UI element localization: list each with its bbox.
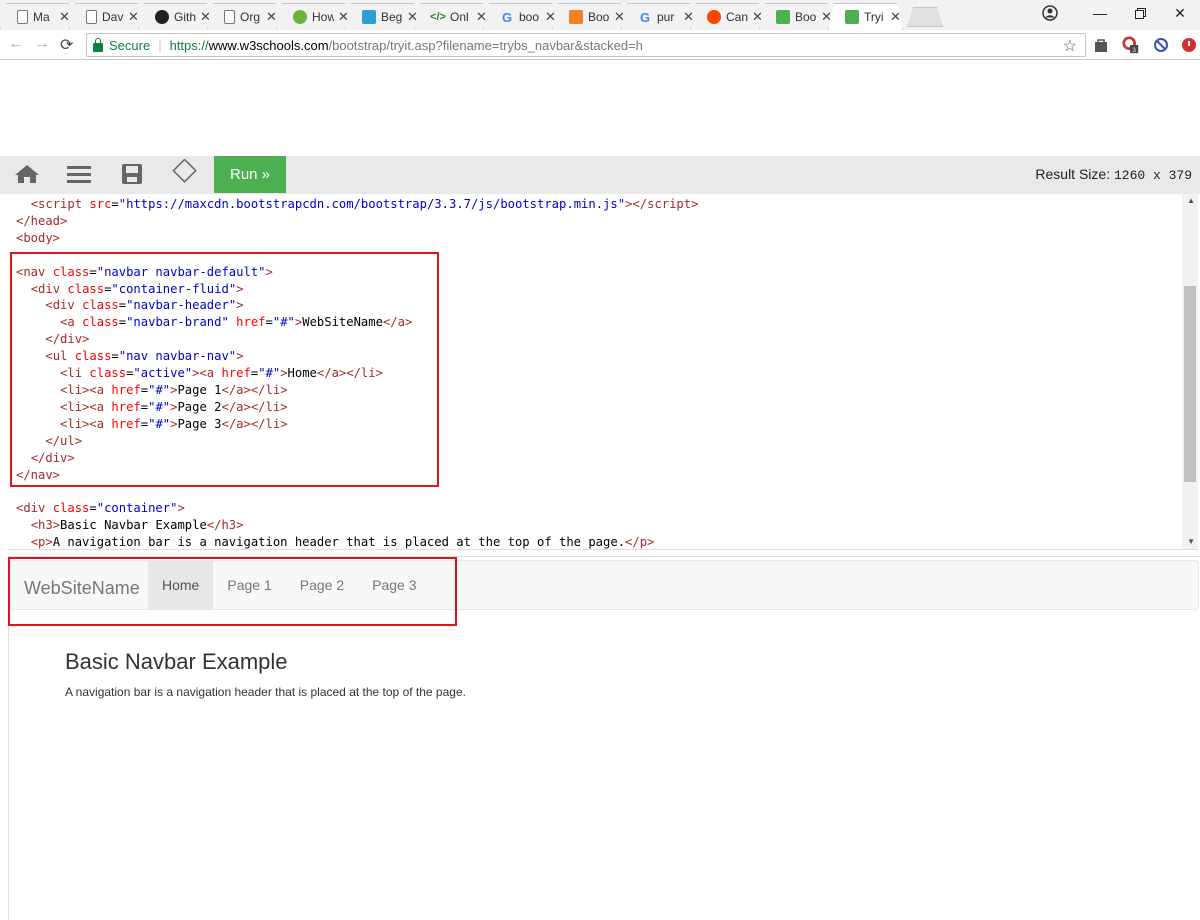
page-heading: Basic Navbar Example xyxy=(65,649,288,674)
save-icon[interactable] xyxy=(119,163,145,185)
browser-tab-title: Onl xyxy=(450,10,469,24)
stack-icon xyxy=(569,10,583,24)
tab-close-icon[interactable]: ✕ xyxy=(890,9,901,25)
address-row: ← → ⟳ Secure | https://www.w3schools.com… xyxy=(0,30,1200,60)
browser-tab-title: boo xyxy=(519,10,540,24)
address-bar[interactable]: Secure | https://www.w3schools.com/boots… xyxy=(86,33,1086,57)
document-icon xyxy=(86,10,97,24)
back-icon[interactable]: ← xyxy=(8,35,24,53)
code-icon: </> xyxy=(430,11,446,23)
url-separator: | xyxy=(158,37,162,53)
browser-tab-title: Tryi xyxy=(864,10,884,24)
browser-tab-title: pur xyxy=(657,10,675,24)
close-window-icon[interactable]: ✕ xyxy=(1160,0,1200,26)
rotate-layout-icon[interactable] xyxy=(172,159,198,183)
minimize-icon[interactable]: — xyxy=(1080,0,1120,26)
browser-tab[interactable]: Ma ✕ xyxy=(0,3,75,30)
reload-icon[interactable]: ⟳ xyxy=(60,35,73,55)
nav-item-page-1[interactable]: Page 1 xyxy=(213,561,285,609)
nav-item-page-3[interactable]: Page 3 xyxy=(358,561,430,609)
reddit-icon xyxy=(707,10,721,24)
menu-icon[interactable] xyxy=(66,163,92,185)
google-icon: G xyxy=(501,9,513,25)
bookmark-star-icon[interactable]: ☆ xyxy=(1063,36,1077,56)
nav-item-page-2[interactable]: Page 2 xyxy=(286,561,358,609)
github-icon xyxy=(155,10,169,24)
browser-tab-title: Can xyxy=(726,10,748,24)
browser-tab-title: Gith xyxy=(174,10,196,24)
nav-item-home[interactable]: Home xyxy=(148,561,214,609)
browser-tab[interactable]: Beg ✕ xyxy=(345,3,420,30)
home-icon[interactable] xyxy=(14,163,40,185)
navbar-brand[interactable]: WebSiteName xyxy=(24,578,140,599)
browser-tab[interactable]: Dav ✕ xyxy=(69,3,144,30)
w3-icon xyxy=(776,10,790,24)
result-pane: WebSiteName Home Page 1 Page 2 Page 3 Basic… xyxy=(8,556,1200,920)
extension-red-icon[interactable]: 3 xyxy=(1122,36,1140,54)
lock-icon xyxy=(93,37,103,52)
browser-tab-title: Beg xyxy=(381,10,403,24)
result-size-label: Result Size: xyxy=(1035,166,1111,182)
browser-tab-title: Boo xyxy=(588,10,610,24)
code-editor[interactable]: <script src="https://maxcdn.bootstrapcdn… xyxy=(8,194,1198,550)
browser-tab-title: Ma xyxy=(33,10,50,24)
tab-list: Ma ✕ Dav ✕ Gith ✕ Org ✕ How ✕ Beg ✕ </> Onl ✕ Gboo ✕ Boo ✕… xyxy=(0,3,943,30)
extension-power-icon[interactable] xyxy=(1180,36,1198,54)
tab-close-icon[interactable]: ✕ xyxy=(59,9,70,25)
block-icon[interactable] xyxy=(1152,36,1170,54)
extension-bag-icon[interactable] xyxy=(1092,36,1110,54)
svg-text:3: 3 xyxy=(1132,47,1136,54)
diamond-icon xyxy=(362,10,376,24)
profile-icon[interactable] xyxy=(1030,0,1070,26)
result-size: Result Size: 1260 x 379 xyxy=(1035,166,1192,183)
tab-close-icon[interactable]: ✕ xyxy=(128,9,139,25)
navbar-nav: Home Page 1 Page 2 Page 3 xyxy=(148,561,430,609)
navbar: WebSiteName Home Page 1 Page 2 Page 3 xyxy=(9,560,1199,610)
browser-tab-title: Dav xyxy=(102,10,124,24)
secure-label: Secure xyxy=(109,37,151,53)
editor-scrollbar[interactable]: ▲ ▼ xyxy=(1182,194,1198,549)
editor-scroll-thumb[interactable] xyxy=(1184,286,1196,482)
result-size-value: 1260 x 379 xyxy=(1113,168,1192,183)
new-tab-button[interactable] xyxy=(907,7,943,27)
forward-icon[interactable]: → xyxy=(34,35,50,53)
browser-tab[interactable]: How ✕ xyxy=(276,3,351,30)
browser-tab[interactable]: Gpur ✕ xyxy=(621,3,696,30)
browser-tab[interactable]: Tryi ✕ xyxy=(828,3,903,30)
browser-tab-title: Org xyxy=(240,10,261,24)
document-icon xyxy=(17,10,28,24)
browser-tab[interactable]: Can ✕ xyxy=(690,3,765,30)
w3-icon xyxy=(845,10,859,24)
code-content[interactable]: <script src="https://maxcdn.bootstrapcdn… xyxy=(16,196,698,549)
tab-close-icon[interactable]: ✕ xyxy=(266,9,277,25)
browser-tab[interactable]: Org ✕ xyxy=(207,3,282,30)
google-icon: G xyxy=(639,9,651,25)
browser-tab[interactable]: Boo ✕ xyxy=(552,3,627,30)
browser-tab[interactable]: Gith ✕ xyxy=(138,3,213,30)
restore-icon[interactable] xyxy=(1120,0,1160,26)
url-path: /bootstrap/tryit.asp?filename=trybs_navb… xyxy=(328,37,643,53)
browser-tab[interactable]: Gboo ✕ xyxy=(483,3,558,30)
url-host: www.w3schools.com xyxy=(208,37,329,53)
browser-tab[interactable]: Boo ✕ xyxy=(759,3,834,30)
scroll-down-icon[interactable]: ▼ xyxy=(1187,537,1195,546)
browser-tab[interactable]: </> Onl ✕ xyxy=(414,3,489,30)
browser-tab-strip: Ma ✕ Dav ✕ Gith ✕ Org ✕ How ✕ Beg ✕ </> Onl ✕ Gboo ✕ Boo ✕… xyxy=(0,0,1200,30)
browser-tab-title: How xyxy=(312,10,334,24)
page-paragraph: A navigation bar is a navigation header … xyxy=(65,685,466,699)
url-scheme: https:// xyxy=(169,37,209,53)
browser-tab-title: Boo xyxy=(795,10,817,24)
leaf-icon xyxy=(293,10,307,24)
document-icon xyxy=(224,10,235,24)
scroll-up-icon[interactable]: ▲ xyxy=(1187,196,1195,205)
run-button[interactable]: Run » xyxy=(214,156,286,193)
